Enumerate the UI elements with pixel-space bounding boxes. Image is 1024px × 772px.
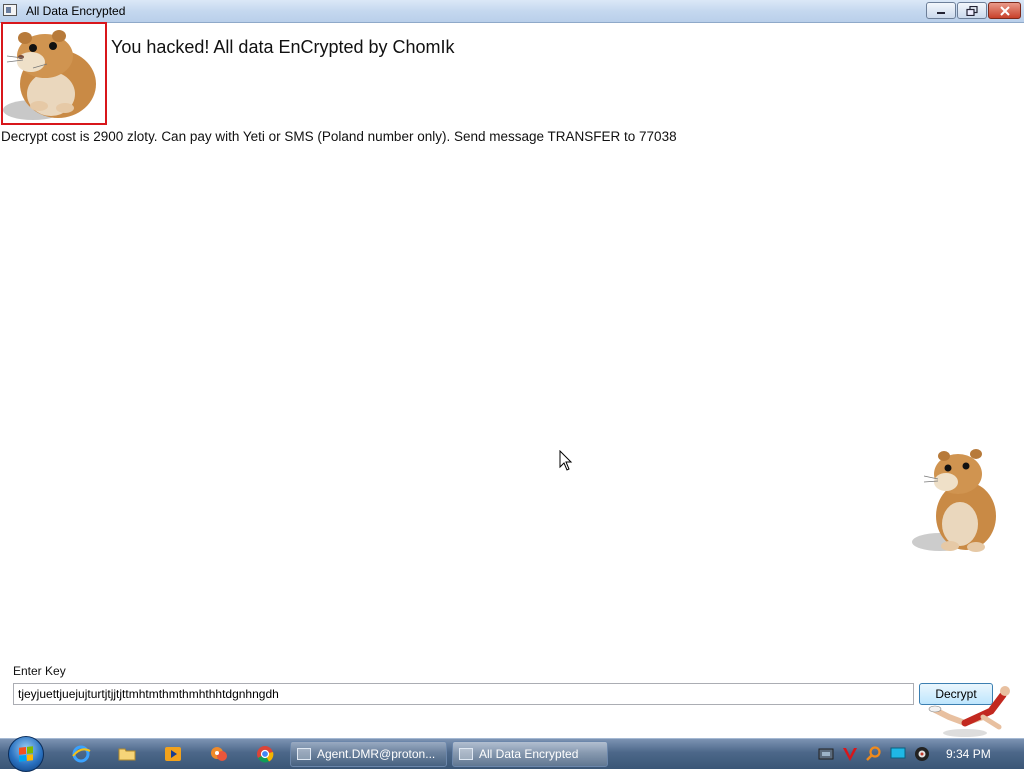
hamster-mascot-image: [912, 449, 996, 552]
explorer-folder-icon[interactable]: [117, 744, 137, 764]
minimize-button[interactable]: [926, 2, 956, 19]
mouse-cursor-icon: [559, 450, 573, 471]
close-button[interactable]: [988, 2, 1021, 19]
window-app-icon: [297, 748, 311, 760]
internet-explorer-icon[interactable]: [71, 744, 91, 764]
media-player-icon[interactable]: [163, 744, 183, 764]
window-app-icon: [459, 748, 473, 760]
ransom-headline: You hacked! All data EnCrypted by ChomIk: [111, 37, 455, 57]
hamster-logo-image: [1, 22, 107, 125]
restore-button[interactable]: [957, 2, 987, 19]
volume-icon[interactable]: [914, 746, 930, 762]
taskbar-item-label: All Data Encrypted: [479, 747, 579, 761]
windows-logo-icon: [19, 746, 33, 762]
restore-icon: [966, 5, 978, 16]
taskbar-item-all-data-encrypted[interactable]: All Data Encrypted: [452, 741, 608, 767]
hamster-icon: [3, 30, 96, 120]
antivirus-icon[interactable]: [842, 746, 858, 762]
display-icon[interactable]: [890, 746, 906, 762]
network-icon[interactable]: [818, 746, 834, 762]
system-clock[interactable]: 9:34 PM: [946, 747, 991, 761]
start-button[interactable]: [8, 736, 44, 772]
close-icon: [999, 5, 1010, 16]
search-tray-icon[interactable]: [866, 746, 882, 762]
dancing-figure-image: [928, 686, 1010, 737]
taskbar-item-agent[interactable]: Agent.DMR@proton...: [290, 741, 447, 767]
ransom-cost-message: Decrypt cost is 2900 zloty. Can pay with…: [1, 129, 677, 144]
enter-key-label: Enter Key: [13, 664, 66, 678]
decryption-key-input[interactable]: [13, 683, 914, 705]
paint-app-icon[interactable]: [209, 744, 229, 764]
taskbar-item-label: Agent.DMR@proton...: [317, 747, 436, 761]
window-titlebar[interactable]: All Data Encrypted: [0, 0, 1024, 23]
window-app-icon[interactable]: [3, 4, 17, 16]
chrome-icon[interactable]: [255, 744, 275, 764]
window-title: All Data Encrypted: [26, 4, 126, 18]
minimize-icon: [937, 11, 945, 14]
taskbar: Agent.DMR@proton... All Data Encrypted 9…: [0, 736, 1024, 772]
